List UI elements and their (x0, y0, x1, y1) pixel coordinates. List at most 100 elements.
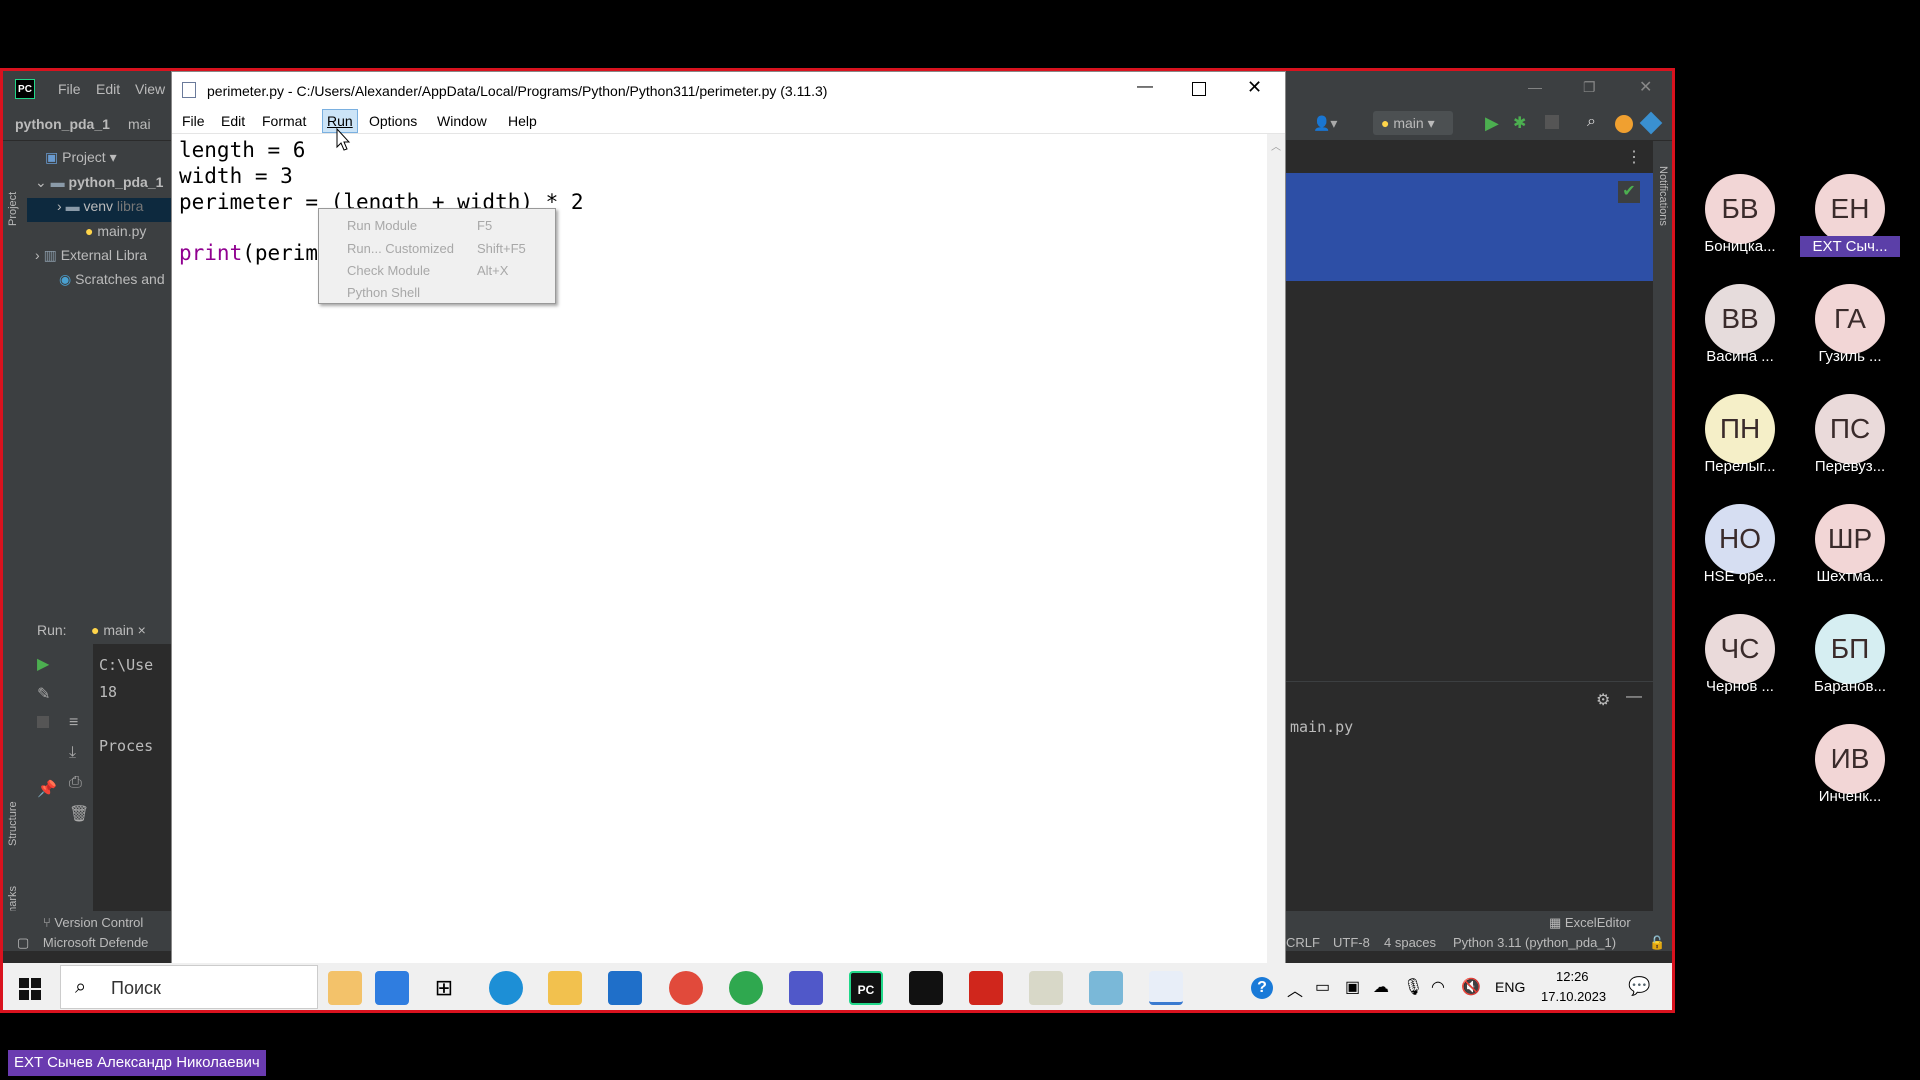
indent-status[interactable]: 4 spaces (1384, 935, 1436, 950)
clock-time[interactable]: 12:26 (1556, 969, 1589, 984)
stop-icon[interactable] (37, 716, 49, 728)
rerun-icon[interactable]: ▶ (37, 654, 49, 674)
avatar[interactable]: БВ (1705, 174, 1775, 244)
idle-menu-format[interactable]: Format (262, 113, 306, 129)
idle-maximize-button[interactable] (1192, 82, 1206, 96)
menu-item-run-customized[interactable]: Run... Customized Shift+F5 (319, 238, 555, 260)
menu-item-check-module[interactable]: Check Module Alt+X (319, 260, 555, 282)
clock-date[interactable]: 17.10.2023 (1541, 989, 1606, 1004)
idle-menu-help[interactable]: Help (508, 113, 537, 129)
interpreter-status[interactable]: Python 3.11 (python_pda_1) (1453, 935, 1616, 950)
idle-menu-window[interactable]: Window (437, 113, 487, 129)
tree-item-external-libraries[interactable]: › ▥ External Libra (35, 247, 180, 271)
wifi-icon[interactable]: ◠ (1431, 977, 1445, 997)
project-panel-header[interactable]: ▣ Project ▾ (45, 149, 190, 173)
pycharm-editor[interactable]: ⋮ ✔ (1286, 141, 1656, 661)
chevron-up-icon[interactable]: ︿ (1271, 138, 1281, 153)
menu-item-python-shell[interactable]: Python Shell (319, 282, 555, 304)
task-view-icon[interactable]: ⊞ (427, 971, 461, 1005)
pycharm-taskbar-icon[interactable]: PC (849, 971, 883, 1005)
lock-icon[interactable]: 🔓 (1649, 935, 1665, 951)
cloud-icon[interactable]: ☁ (1373, 977, 1389, 997)
tree-item-root[interactable]: ⌄ ▬ python_pda_1 (35, 174, 180, 198)
avatar[interactable]: ВВ (1705, 284, 1775, 354)
idle-vertical-scrollbar[interactable]: ︿ (1267, 134, 1285, 964)
battery-icon[interactable]: ▭ (1315, 977, 1330, 997)
idle-menu-edit[interactable]: Edit (221, 113, 245, 129)
tree-item-venv[interactable]: › ▬ venv libra (27, 198, 172, 222)
run-tab-main[interactable]: ● main × (91, 622, 146, 638)
chevron-up-icon[interactable]: ︿ (1287, 977, 1303, 1001)
defender-status[interactable]: ▢ Microsoft Defende (17, 935, 148, 951)
pycharm-restore-icon[interactable]: ❐ (1583, 79, 1596, 96)
pycharm-menu-view[interactable]: View (135, 81, 165, 97)
run-icon[interactable]: ▶ (1485, 113, 1499, 134)
pycharm-close-icon[interactable]: ✕ (1639, 77, 1652, 97)
line-separator-status[interactable]: CRLF (1286, 935, 1320, 950)
user-icon[interactable]: 👤▾ (1313, 115, 1337, 132)
idle-close-button[interactable]: ✕ (1247, 77, 1262, 98)
pin-icon[interactable]: 📌 (37, 779, 57, 799)
avatar[interactable]: ПН (1705, 394, 1775, 464)
acrobat-icon[interactable] (969, 971, 1003, 1005)
minimize-panel-icon[interactable]: — (1626, 688, 1642, 706)
idle-menu-file[interactable]: File (182, 113, 205, 129)
edge-browser-icon[interactable] (489, 971, 523, 1005)
idle-menu-options[interactable]: Options (369, 113, 417, 129)
more-icon[interactable]: ⋮ (1626, 147, 1642, 167)
soft-wrap-icon[interactable]: ≡ (69, 714, 78, 732)
notification-center-icon[interactable]: 💬 (1628, 976, 1650, 997)
avatar[interactable]: БП (1815, 614, 1885, 684)
terminal-icon[interactable] (909, 971, 943, 1005)
device-icon[interactable]: ▣ (1345, 977, 1360, 997)
mail-icon[interactable] (608, 971, 642, 1005)
avatar[interactable]: ПС (1815, 394, 1885, 464)
file-breadcrumb[interactable]: mai (128, 116, 151, 132)
speaker-muted-icon[interactable]: 🔇 (1461, 977, 1481, 997)
encoding-status[interactable]: UTF-8 (1333, 935, 1370, 950)
chrome-profile-icon[interactable] (729, 971, 763, 1005)
avatar[interactable]: ШР (1815, 504, 1885, 574)
idle-taskbar-icon[interactable] (1149, 971, 1183, 1005)
taskbar-search-box[interactable]: ⌕ Поиск (60, 965, 318, 1009)
structure-side-tab[interactable]: Structure (7, 776, 19, 846)
app-icon[interactable] (1089, 971, 1123, 1005)
debug-icon[interactable]: ✱ (1513, 113, 1526, 133)
stop-icon[interactable] (1545, 115, 1559, 129)
project-name[interactable]: python_pda_1 (15, 116, 110, 132)
update-icon[interactable] (1615, 115, 1633, 133)
avatar[interactable]: НО (1705, 504, 1775, 574)
search-icon[interactable]: ⌕ (1587, 113, 1596, 131)
scroll-end-icon[interactable]: ⤓ (69, 744, 76, 762)
paint-icon[interactable] (1029, 971, 1063, 1005)
pycharm-menu-file[interactable]: File (58, 81, 81, 97)
print-icon[interactable]: ⎙ (69, 774, 82, 792)
search-icon: ⌕ (75, 976, 87, 998)
idle-minimize-button[interactable]: — (1137, 78, 1153, 96)
trash-icon[interactable]: 🗑 (69, 804, 89, 824)
version-control-tab[interactable]: ⑂ Version Control (43, 915, 143, 930)
teams-icon[interactable] (789, 971, 823, 1005)
pycharm-menu-edit[interactable]: Edit (96, 81, 120, 97)
menu-item-run-module[interactable]: Run Module F5 (319, 215, 555, 237)
avatar[interactable]: ЧС (1705, 614, 1775, 684)
gear-icon[interactable]: ⚙ (1596, 690, 1610, 710)
windows-start-icon[interactable] (19, 978, 41, 1000)
run-config-select[interactable]: ● main ▾ (1373, 111, 1453, 135)
notifications-side-tab[interactable]: Notifications (1657, 166, 1669, 256)
avatar[interactable]: ИВ (1815, 724, 1885, 794)
wrench-icon[interactable]: ✎ (37, 684, 50, 704)
file-explorer-icon[interactable] (548, 971, 582, 1005)
chrome-icon[interactable] (669, 971, 703, 1005)
project-side-tab[interactable]: Project (7, 166, 19, 226)
language-indicator[interactable]: ENG (1495, 979, 1525, 995)
plugin-icon[interactable] (1639, 111, 1663, 135)
search-highlight-icon[interactable] (328, 971, 362, 1005)
notes-app-icon[interactable] (375, 971, 409, 1005)
excel-editor-tab[interactable]: ▦ ExcelEditor (1549, 915, 1631, 931)
microphone-icon[interactable]: 🎙 (1403, 977, 1423, 997)
pycharm-minimize-icon[interactable]: — (1528, 79, 1542, 95)
help-icon[interactable]: ? (1251, 977, 1273, 999)
avatar[interactable]: ЕН (1815, 174, 1885, 244)
avatar[interactable]: ГА (1815, 284, 1885, 354)
